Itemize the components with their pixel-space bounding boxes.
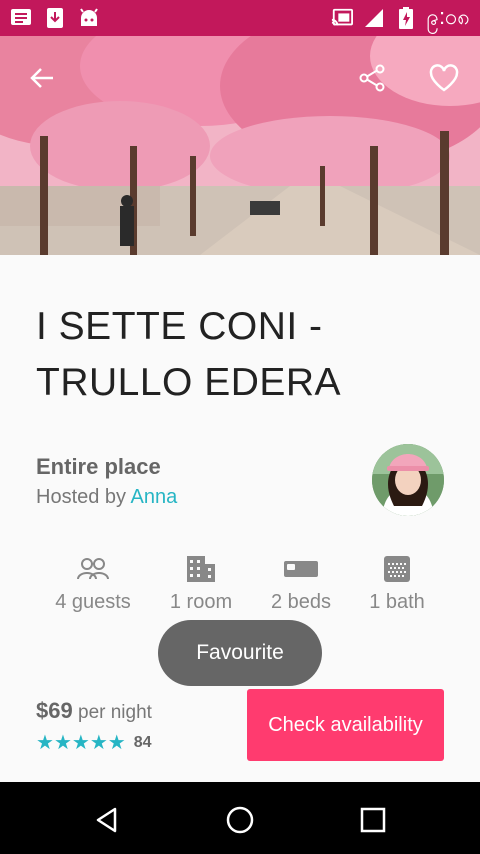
amenity-beds: 2 beds: [262, 553, 340, 614]
check-availability-button[interactable]: Check availability: [247, 689, 444, 761]
host-line: Hosted by Anna: [36, 486, 177, 509]
heart-outline-icon: [429, 64, 459, 92]
signal-icon: [363, 8, 385, 28]
host-avatar[interactable]: [372, 444, 444, 516]
arrow-back-icon: [30, 68, 53, 88]
download-icon: [44, 8, 66, 28]
price-line: $69 per night: [36, 698, 152, 724]
favourite-toast: Favourite: [158, 620, 322, 686]
cherry-blossom-scene: [0, 36, 480, 255]
favorite-button[interactable]: [424, 58, 464, 98]
listing-details: I SETTE CONI - TRULLO EDERA Entire place…: [0, 255, 480, 782]
back-triangle-icon: [96, 807, 117, 833]
system-nav-bar: [0, 782, 480, 854]
share-icon: [359, 64, 385, 92]
price-value: $69: [36, 698, 73, 723]
message-icon: [10, 8, 32, 28]
amenity-bath: 1 bath: [360, 553, 434, 614]
status-bar: ၉:၀၈: [0, 0, 480, 36]
host-photo: [372, 444, 444, 516]
amenity-label: 1 room: [169, 591, 233, 613]
guests-icon: [77, 558, 109, 580]
clock: ၉:၀၈: [426, 3, 470, 29]
amenity-label: 2 beds: [270, 591, 332, 613]
amenity-guests: 4 guests: [48, 553, 138, 614]
bath-icon: [384, 556, 410, 582]
amenity-label: 1 bath: [369, 591, 425, 613]
star-icon: ★: [71, 732, 90, 754]
nav-back-button[interactable]: [87, 800, 127, 840]
listing-title: I SETTE CONI - TRULLO EDERA: [36, 305, 342, 404]
host-name-link[interactable]: Anna: [131, 486, 178, 508]
cast-icon: [331, 8, 353, 28]
bed-icon: [284, 561, 318, 577]
amenity-label: 4 guests: [55, 591, 131, 613]
home-circle-icon: [226, 806, 254, 834]
amenity-rooms: 1 room: [160, 553, 242, 614]
star-icon: ★: [107, 732, 126, 754]
star-icon: ★: [36, 732, 54, 754]
price-unit: per night: [78, 702, 152, 723]
nav-home-button[interactable]: [220, 800, 260, 840]
property-type: Entire place: [36, 454, 161, 479]
battery-charging-icon: [395, 7, 417, 29]
back-button[interactable]: [22, 58, 62, 98]
star-icon: ★: [53, 732, 72, 754]
recents-square-icon: [360, 807, 386, 833]
android-icon: [78, 8, 100, 28]
star-icon: ★: [89, 732, 108, 754]
listing-hero-image: [0, 36, 480, 255]
hosted-by-label: Hosted by: [36, 486, 127, 508]
building-icon: [187, 556, 215, 582]
rating: ★ ★ ★ ★ ★ 84: [36, 733, 151, 753]
share-button[interactable]: [352, 58, 392, 98]
review-count: 84: [133, 734, 152, 751]
nav-recents-button[interactable]: [353, 800, 393, 840]
